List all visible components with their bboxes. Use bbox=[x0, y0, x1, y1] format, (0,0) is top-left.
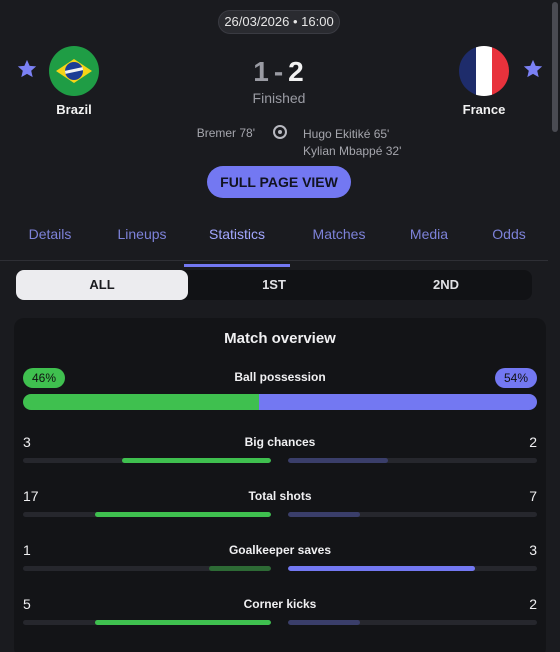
score-separator: - bbox=[273, 56, 285, 87]
stat-away-fill bbox=[288, 566, 475, 571]
stat-away-value: 3 bbox=[529, 542, 537, 558]
tab-lineups[interactable]: Lineups bbox=[100, 214, 184, 260]
card-title: Match overview bbox=[224, 330, 336, 347]
full-page-view-button[interactable]: FULL PAGE VIEW bbox=[207, 166, 351, 198]
tab-odds[interactable]: Odds bbox=[470, 214, 548, 260]
football-icon bbox=[273, 125, 287, 139]
stat-home-fill bbox=[209, 566, 271, 571]
scrollbar-thumb[interactable] bbox=[552, 2, 558, 132]
france-flag-icon bbox=[459, 46, 509, 96]
scrollbar[interactable] bbox=[552, 0, 558, 652]
stat-row: 5 Corner kicks 2 bbox=[23, 596, 537, 636]
stat-away-fill bbox=[288, 458, 388, 463]
stat-label: Goalkeeper saves bbox=[228, 543, 332, 557]
brazil-flag-icon bbox=[49, 46, 99, 96]
possession-label: Ball possession bbox=[234, 370, 326, 384]
away-team-name: France bbox=[462, 102, 506, 117]
away-scorer: Hugo Ekitiké 65' bbox=[303, 127, 390, 141]
stat-label: Big chances bbox=[244, 435, 316, 449]
stat-home-track bbox=[23, 620, 271, 625]
period-all[interactable]: ALL bbox=[16, 270, 188, 300]
stat-away-track bbox=[288, 566, 537, 571]
match-status: Finished bbox=[252, 90, 306, 106]
stat-row: 3 Big chances 2 bbox=[23, 434, 537, 474]
home-scorers: Bremer 78' bbox=[197, 126, 255, 140]
stat-away-fill bbox=[288, 620, 361, 625]
stat-label: Total shots bbox=[248, 489, 312, 503]
tab-matches[interactable]: Matches bbox=[290, 214, 388, 260]
stat-home-track bbox=[23, 566, 271, 571]
tab-media[interactable]: Media bbox=[388, 214, 470, 260]
stat-away-value: 2 bbox=[529, 434, 537, 450]
away-team[interactable]: France bbox=[434, 46, 534, 117]
away-score: 2 bbox=[288, 56, 305, 87]
home-team[interactable]: Brazil bbox=[24, 46, 124, 117]
possession-bar-home bbox=[23, 394, 260, 410]
stat-away-track bbox=[288, 458, 537, 463]
home-team-name: Brazil bbox=[56, 102, 92, 117]
stat-away-track bbox=[288, 620, 537, 625]
stat-home-track bbox=[23, 512, 271, 517]
stat-away-track bbox=[288, 512, 537, 517]
stat-row: 17 Total shots 7 bbox=[23, 488, 537, 528]
away-possession-badge: 54% bbox=[494, 368, 537, 388]
scoreline: 1-2 bbox=[230, 56, 328, 88]
possession-bar-away bbox=[259, 394, 537, 410]
stat-away-value: 2 bbox=[529, 596, 537, 612]
stat-home-fill bbox=[94, 512, 271, 517]
period-second-half[interactable]: 2ND bbox=[360, 270, 532, 300]
stat-home-fill bbox=[94, 620, 271, 625]
stat-row: 1 Goalkeeper saves 3 bbox=[23, 542, 537, 582]
favorite-away-star-icon[interactable] bbox=[522, 58, 548, 84]
home-scorer: Bremer 78' bbox=[196, 126, 255, 140]
stat-home-fill bbox=[122, 458, 271, 463]
period-first-half[interactable]: 1ST bbox=[188, 270, 360, 300]
stat-away-value: 7 bbox=[529, 488, 537, 504]
match-header: 26/03/2026 • 16:00 Brazil 1-2 Finished F… bbox=[0, 0, 560, 212]
match-tabs: Details Lineups Statistics Matches Media… bbox=[0, 214, 548, 267]
away-scorer: Kylian Mbappé 32' bbox=[303, 144, 402, 158]
home-score: 1 bbox=[253, 56, 270, 87]
away-scorers: Hugo Ekitiké 65' Kylian Mbappé 32' bbox=[303, 126, 401, 160]
possession-bar bbox=[23, 394, 537, 410]
period-selector: ALL 1ST 2ND bbox=[16, 270, 532, 300]
tab-statistics[interactable]: Statistics bbox=[184, 214, 290, 267]
stat-home-track bbox=[23, 458, 271, 463]
tab-details[interactable]: Details bbox=[0, 214, 100, 260]
match-overview-card: Match overview 46% Ball possession 54% 3… bbox=[14, 318, 546, 652]
stat-away-fill bbox=[288, 512, 361, 517]
match-datetime: 26/03/2026 • 16:00 bbox=[218, 10, 340, 34]
stat-label: Corner kicks bbox=[243, 597, 317, 611]
